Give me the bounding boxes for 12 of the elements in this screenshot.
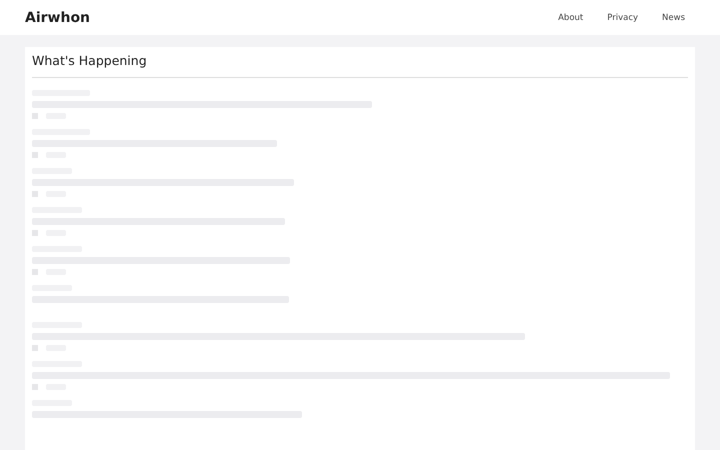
nav-link[interactable]: Privacy xyxy=(607,12,638,22)
faded-source-icon xyxy=(32,152,38,158)
nav-link[interactable]: About xyxy=(558,12,584,22)
faded-source-icon xyxy=(32,269,38,275)
faded-source-icon xyxy=(32,345,38,351)
panel-title: What's Happening xyxy=(32,53,688,78)
faded-source-icon xyxy=(32,384,38,390)
site-logo[interactable]: Airwhon xyxy=(25,10,90,26)
faded-source-icon xyxy=(32,230,38,236)
nav-link[interactable]: News xyxy=(662,12,685,22)
faded-source-icon xyxy=(32,113,38,119)
faded-source-icon xyxy=(32,191,38,197)
